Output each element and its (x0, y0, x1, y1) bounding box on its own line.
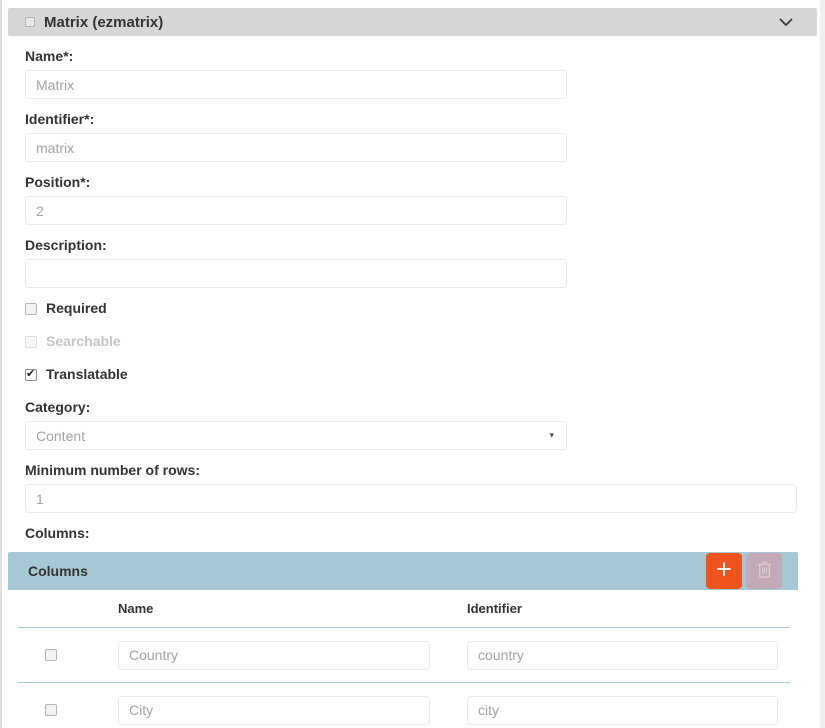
position-label: Position*: (25, 174, 567, 191)
columns-table-actions: + (706, 553, 782, 589)
field-panel-title: Matrix (ezmatrix) (44, 14, 163, 31)
columns-field-label: Columns: (25, 525, 817, 542)
page-left-edge (0, 0, 2, 728)
plus-icon: + (716, 556, 732, 583)
name-input[interactable] (25, 70, 567, 99)
identifier-input[interactable] (25, 133, 567, 162)
row-select-checkbox[interactable] (45, 704, 57, 716)
delete-column-button[interactable] (746, 553, 782, 589)
matrix-field-editor: Matrix (ezmatrix) Name*: Identifier*: Po… (0, 0, 825, 728)
columns-table: Columns + (8, 552, 798, 728)
columns-table-header-bar: Columns + (8, 552, 798, 590)
columns-table-head-row: Name Identifier (8, 590, 798, 627)
category-select[interactable]: Content ▾ (25, 421, 567, 450)
trash-icon (756, 560, 773, 582)
position-input[interactable] (25, 196, 567, 225)
row-select-checkbox[interactable] (45, 649, 57, 661)
category-label: Category: (25, 399, 567, 416)
page-right-edge (820, 0, 825, 728)
required-checkbox-row: Required (25, 300, 817, 317)
required-checkbox[interactable] (25, 303, 37, 315)
identifier-field-block: Identifier*: (25, 111, 567, 162)
field-definition-form: Name*: Identifier*: Position*: Descripti… (8, 44, 817, 728)
translatable-checkbox-row: Translatable (25, 366, 817, 383)
description-label: Description: (25, 237, 567, 254)
dropdown-arrow-icon: ▾ (549, 430, 554, 441)
min-rows-input[interactable] (25, 484, 797, 513)
table-row (8, 683, 798, 728)
column-header-identifier: Identifier (467, 601, 798, 616)
row-identifier-input[interactable] (467, 641, 778, 670)
column-header-name: Name (118, 601, 467, 616)
field-select-checkbox[interactable] (25, 17, 35, 27)
row-name-input[interactable] (118, 696, 430, 725)
translatable-label: Translatable (46, 366, 128, 383)
min-rows-label: Minimum number of rows: (25, 462, 797, 479)
chevron-down-icon[interactable] (779, 18, 793, 27)
required-label: Required (46, 300, 107, 317)
table-row (8, 628, 798, 682)
description-field-block: Description: (25, 237, 567, 288)
searchable-checkbox (25, 336, 37, 348)
description-input[interactable] (25, 259, 567, 288)
columns-table-title: Columns (28, 563, 88, 579)
field-panel-header[interactable]: Matrix (ezmatrix) (8, 8, 817, 36)
translatable-checkbox[interactable] (25, 369, 37, 381)
row-identifier-input[interactable] (467, 696, 778, 725)
row-name-input[interactable] (118, 641, 430, 670)
category-selected-value: Content (36, 428, 85, 444)
category-field-block: Category: Content ▾ (25, 399, 567, 450)
add-column-button[interactable]: + (706, 553, 742, 589)
position-field-block: Position*: (25, 174, 567, 225)
min-rows-field-block: Minimum number of rows: (25, 462, 797, 513)
name-label: Name*: (25, 48, 567, 65)
searchable-checkbox-row: Searchable (25, 333, 817, 350)
searchable-label: Searchable (46, 333, 121, 350)
name-field-block: Name*: (25, 48, 567, 99)
identifier-label: Identifier*: (25, 111, 567, 128)
